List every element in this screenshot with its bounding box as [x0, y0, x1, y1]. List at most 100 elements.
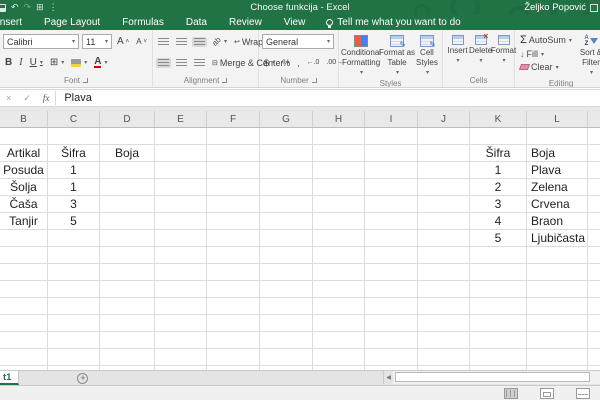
cell-J8[interactable]	[418, 247, 470, 264]
cell-D10[interactable]	[100, 281, 155, 298]
cell-B10[interactable]	[0, 281, 48, 298]
cell-L1[interactable]	[527, 128, 588, 145]
align-middle-icon[interactable]	[174, 37, 189, 47]
scroll-left-icon[interactable]: ◀	[383, 371, 393, 384]
cell-C9[interactable]	[48, 264, 100, 281]
column-header-B[interactable]: B	[0, 111, 48, 127]
cell-J13[interactable]	[418, 332, 470, 349]
cell-K1[interactable]	[470, 128, 527, 145]
cell-G12[interactable]	[260, 315, 313, 332]
accounting-format-button[interactable]: $	[262, 57, 277, 69]
cell-I11[interactable]	[365, 298, 418, 315]
cell-M11[interactable]	[588, 298, 600, 315]
align-top-icon[interactable]	[156, 37, 171, 47]
cell-L14[interactable]	[527, 349, 588, 366]
cell-B2[interactable]: Artikal	[0, 145, 48, 162]
cell-J1[interactable]	[418, 128, 470, 145]
cell-C3[interactable]: 1	[48, 162, 100, 179]
sort-filter-button[interactable]: AZ Sort &Filter	[578, 33, 600, 78]
cell-J6[interactable]	[418, 213, 470, 230]
cell-F11[interactable]	[207, 298, 260, 315]
cell-D14[interactable]	[100, 349, 155, 366]
normal-view-icon[interactable]	[504, 388, 518, 399]
cell-J9[interactable]	[418, 264, 470, 281]
cell-styles-button[interactable]: ✎ CellStyles	[414, 33, 440, 78]
cell-G13[interactable]	[260, 332, 313, 349]
cell-D3[interactable]	[100, 162, 155, 179]
cell-B8[interactable]	[0, 247, 48, 264]
page-layout-view-icon[interactable]	[540, 388, 554, 399]
tell-me-box[interactable]: Tell me what you want to do	[316, 17, 470, 28]
align-bottom-icon[interactable]	[192, 37, 207, 47]
font-dialog-launcher-icon[interactable]	[83, 78, 88, 83]
cell-D8[interactable]	[100, 247, 155, 264]
cell-C5[interactable]: 3	[48, 196, 100, 213]
save-icon[interactable]	[0, 4, 6, 12]
user-name[interactable]: Željko Popović	[524, 2, 586, 13]
cell-L3[interactable]: Plava	[527, 162, 588, 179]
cell-I4[interactable]	[365, 179, 418, 196]
touch-mode-icon[interactable]: ⊞	[36, 3, 44, 12]
cell-H11[interactable]	[313, 298, 365, 315]
cell-I2[interactable]	[365, 145, 418, 162]
cell-K14[interactable]	[470, 349, 527, 366]
cell-K10[interactable]	[470, 281, 527, 298]
cell-F10[interactable]	[207, 281, 260, 298]
cell-F5[interactable]	[207, 196, 260, 213]
cell-H4[interactable]	[313, 179, 365, 196]
cell-H12[interactable]	[313, 315, 365, 332]
cell-F4[interactable]	[207, 179, 260, 196]
cell-B9[interactable]	[0, 264, 48, 281]
cell-F6[interactable]	[207, 213, 260, 230]
cell-M13[interactable]	[588, 332, 600, 349]
decrease-font-icon[interactable]: A˅	[134, 36, 149, 47]
cell-G1[interactable]	[260, 128, 313, 145]
cell-F1[interactable]	[207, 128, 260, 145]
align-center-icon[interactable]	[174, 58, 189, 68]
cell-D1[interactable]	[100, 128, 155, 145]
cell-G11[interactable]	[260, 298, 313, 315]
cell-I9[interactable]	[365, 264, 418, 281]
align-right-icon[interactable]	[192, 58, 207, 68]
cell-J11[interactable]	[418, 298, 470, 315]
cell-E11[interactable]	[155, 298, 207, 315]
column-header-C[interactable]: C	[48, 111, 100, 127]
cell-M5[interactable]	[588, 196, 600, 213]
cell-F2[interactable]	[207, 145, 260, 162]
cell-G6[interactable]	[260, 213, 313, 230]
cell-B4[interactable]: Šolja	[0, 179, 48, 196]
cell-H3[interactable]	[313, 162, 365, 179]
window-control-icon[interactable]	[590, 4, 598, 12]
cell-C13[interactable]	[48, 332, 100, 349]
cell-E4[interactable]	[155, 179, 207, 196]
cell-M10[interactable]	[588, 281, 600, 298]
customize-qat-icon[interactable]: ⋮	[49, 3, 58, 12]
cell-K12[interactable]	[470, 315, 527, 332]
cell-H7[interactable]	[313, 230, 365, 247]
fill-button[interactable]: ↓Fill	[518, 48, 574, 60]
cell-H10[interactable]	[313, 281, 365, 298]
cell-F9[interactable]	[207, 264, 260, 281]
cell-M14[interactable]	[588, 349, 600, 366]
scrollbar-track[interactable]	[393, 371, 600, 384]
cell-I6[interactable]	[365, 213, 418, 230]
enter-icon[interactable]: ✓	[17, 93, 37, 104]
cell-D13[interactable]	[100, 332, 155, 349]
cell-I5[interactable]	[365, 196, 418, 213]
column-header-partial[interactable]	[588, 111, 600, 127]
cell-C1[interactable]	[48, 128, 100, 145]
cell-E3[interactable]	[155, 162, 207, 179]
cell-L13[interactable]	[527, 332, 588, 349]
cell-I8[interactable]	[365, 247, 418, 264]
tab-formulas[interactable]: Formulas	[111, 17, 175, 28]
cell-K13[interactable]	[470, 332, 527, 349]
insert-cells-button[interactable]: Insert	[446, 33, 469, 75]
cell-E8[interactable]	[155, 247, 207, 264]
column-header-F[interactable]: F	[207, 111, 260, 127]
cell-L9[interactable]	[527, 264, 588, 281]
cell-D7[interactable]	[100, 230, 155, 247]
cell-F3[interactable]	[207, 162, 260, 179]
cell-G3[interactable]	[260, 162, 313, 179]
tab-data[interactable]: Data	[175, 17, 218, 28]
column-header-G[interactable]: G	[260, 111, 313, 127]
